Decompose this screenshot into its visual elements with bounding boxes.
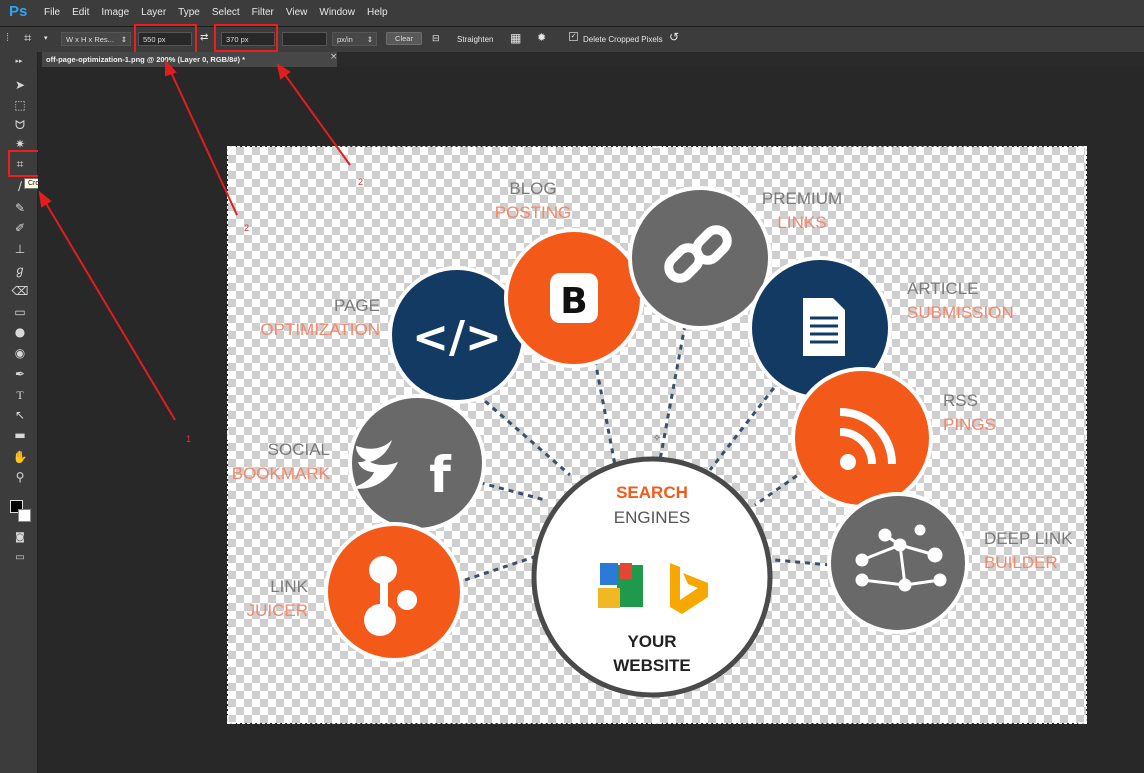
arrow-1-head [38, 190, 52, 208]
center-your-label: YOUR [627, 632, 676, 651]
crop-handle-top-right[interactable] [1078, 146, 1087, 155]
premium-label-line2: LINKS [777, 213, 826, 232]
crop-handle-top-left[interactable] [227, 146, 236, 155]
page-label-line2: OPTIMIZATION [260, 320, 380, 339]
arrow-2b-head [276, 62, 291, 80]
arrow-2b-line [282, 71, 351, 166]
arrow-2a-head [165, 59, 177, 77]
center-engines-label: ENGINES [614, 508, 691, 527]
infographic: </> B f SEARCH ENGINES YOUR WEBSITE BLOG… [38, 59, 1087, 724]
arrow-2a-line [169, 69, 238, 216]
rss-label-line1: RSS [943, 391, 978, 410]
page-label-line1: PAGE [334, 296, 380, 315]
connector-premium [658, 324, 687, 461]
connector-rss [754, 468, 806, 507]
social-label-line2: BOOKMARK [232, 464, 331, 483]
deeplink-label-line1: DEEP LINK [984, 529, 1073, 548]
deep-link-builder-circle [827, 492, 969, 634]
article-label-line1: ARTICLE [907, 279, 979, 298]
crop-handle-bottom-right[interactable] [1078, 715, 1087, 724]
crosshair-icon: ✧ [653, 433, 661, 444]
blog-label-line2: POSTING [495, 203, 572, 222]
annotation-label-1: 1 [186, 434, 192, 444]
connector-blog [593, 359, 617, 466]
annotation-label-2a: 2 [244, 223, 250, 233]
center-search-label: SEARCH [616, 483, 688, 502]
crop-handle-bottom-left[interactable] [227, 715, 236, 724]
arrow-1-line [43, 199, 176, 421]
document-icon [803, 298, 845, 356]
center-website-label: WEBSITE [613, 656, 690, 675]
deeplink-label-line2: BUILDER [984, 553, 1058, 572]
link-label-line2: JUICER [247, 601, 308, 620]
blog-label-line1: BLOG [509, 179, 556, 198]
social-label-line1: SOCIAL [268, 440, 330, 459]
code-icon: </> [412, 312, 502, 363]
blogger-letter: B [560, 281, 587, 322]
rss-label-line2: PINGS [943, 415, 996, 434]
connector-deeplink [774, 558, 831, 567]
connector-link [464, 553, 541, 582]
premium-label-line1: PREMIUM [762, 189, 842, 208]
annotation-arrows [38, 59, 351, 421]
link-juicer-circle [324, 522, 464, 662]
connector-article [708, 379, 782, 471]
link-label-line1: LINK [270, 577, 308, 596]
article-label-line2: SUBMISSION [907, 303, 1014, 322]
facebook-icon: f [429, 446, 452, 504]
annotation-label-2b: 2 [358, 177, 364, 187]
